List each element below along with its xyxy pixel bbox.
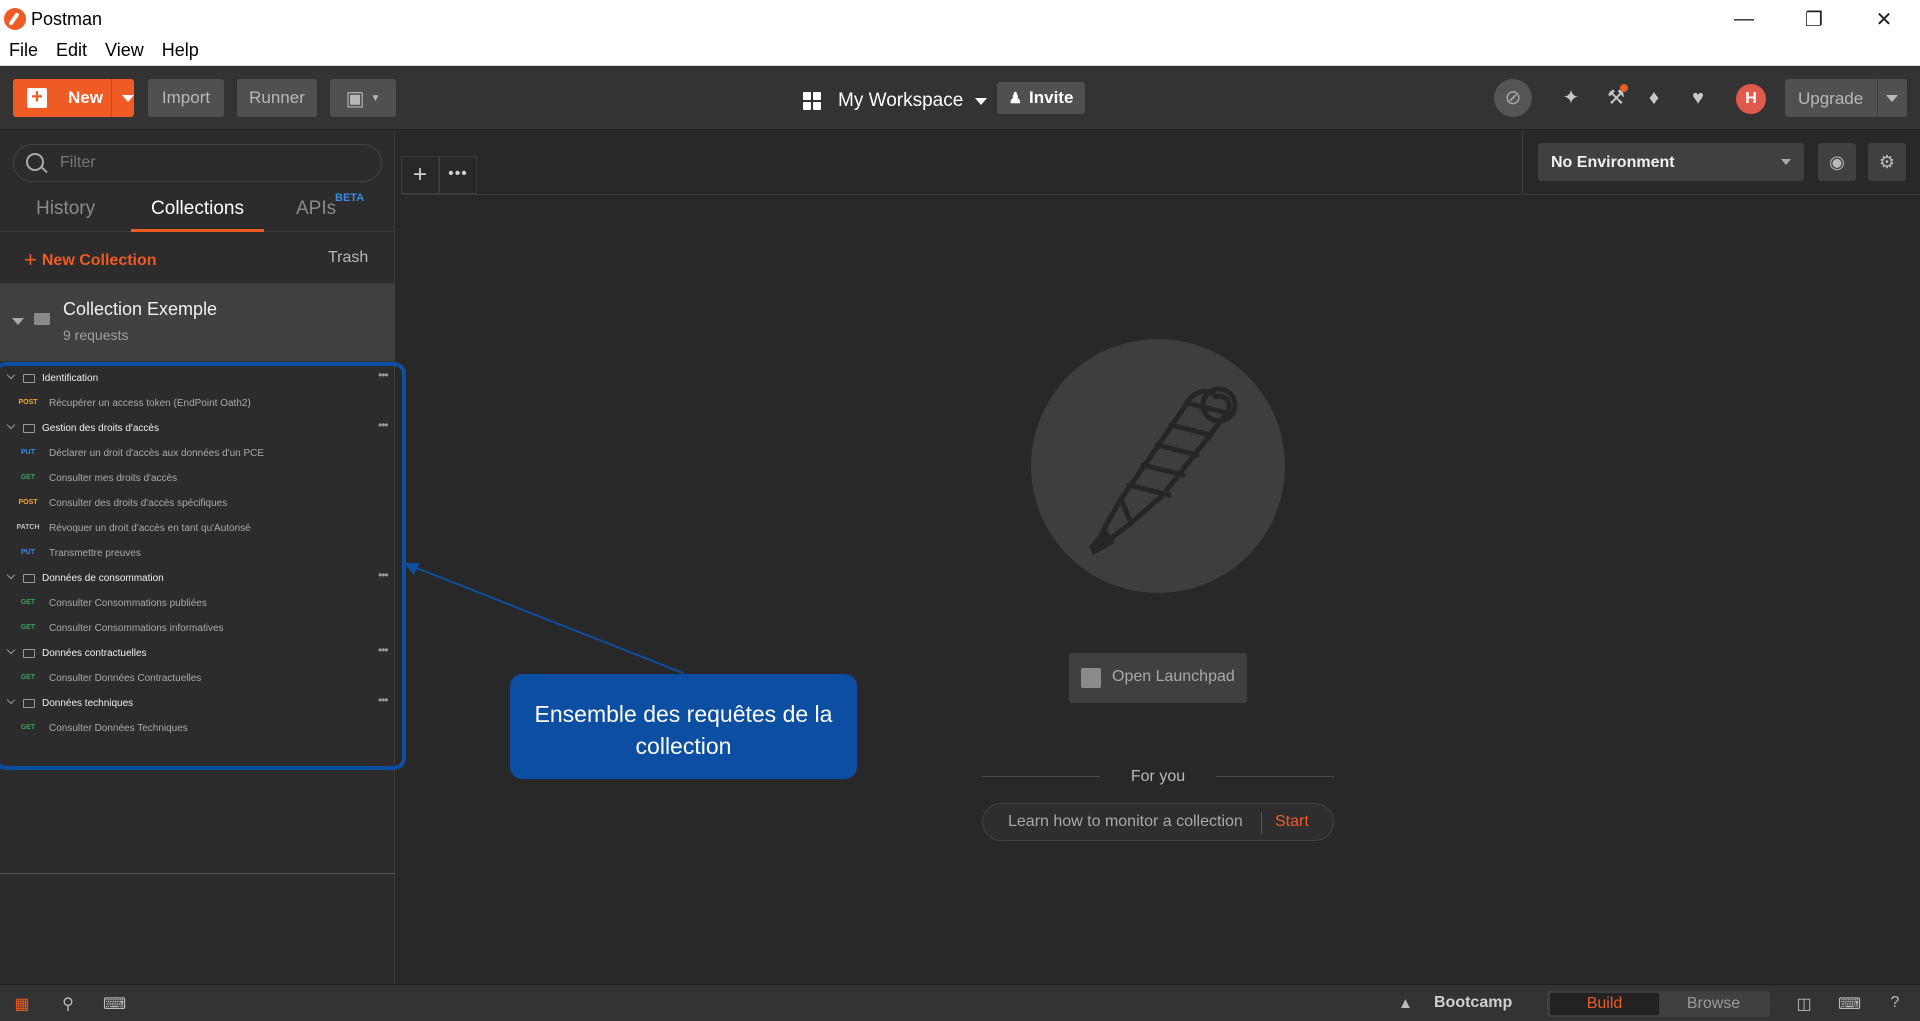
- two-pane-icon[interactable]: ◫: [1793, 994, 1815, 1014]
- find-icon[interactable]: ⚲: [57, 994, 79, 1014]
- for-you-heading: For you: [1130, 768, 1186, 785]
- sidebar-toggle-icon[interactable]: ▦: [11, 994, 33, 1014]
- bootcamp-link[interactable]: Bootcamp: [1434, 994, 1512, 1012]
- new-collection-label: New Collection: [41, 252, 157, 269]
- heart-icon[interactable]: ♥: [1684, 84, 1712, 112]
- plus-icon: +: [24, 247, 37, 272]
- tab-collections[interactable]: Collections: [131, 194, 264, 232]
- trash-link[interactable]: Trash: [328, 249, 368, 267]
- plus-icon: +: [27, 87, 47, 108]
- title-bar: Postman — ❐ ✕: [0, 0, 1920, 38]
- upgrade-button[interactable]: Upgrade: [1785, 79, 1907, 117]
- new-button-label: New: [68, 88, 103, 107]
- new-button[interactable]: + New: [13, 79, 134, 117]
- satellite-icon[interactable]: ✦: [1557, 84, 1585, 112]
- divider: [0, 873, 395, 874]
- new-window-icon: ▣: [345, 87, 365, 110]
- filter-input[interactable]: [60, 151, 360, 175]
- bell-icon[interactable]: ♦: [1640, 84, 1668, 112]
- graduation-cap-icon: ▲: [1398, 995, 1413, 1012]
- new-window-button[interactable]: ▣ ▼: [330, 79, 396, 117]
- menu-help[interactable]: Help: [153, 38, 208, 65]
- browse-mode-button[interactable]: Browse: [1658, 991, 1769, 1017]
- import-button[interactable]: Import: [148, 79, 224, 117]
- sync-off-icon[interactable]: ⊘: [1494, 79, 1532, 117]
- tab-apis[interactable]: APIs: [296, 194, 336, 232]
- collection-count: 9 requests: [63, 327, 129, 343]
- open-launchpad-button[interactable]: Open Launchpad: [1069, 653, 1247, 703]
- restore-icon[interactable]: ❐: [1779, 0, 1849, 38]
- annotation-arrow: [404, 563, 684, 674]
- search-icon: [26, 153, 44, 171]
- eye-icon[interactable]: ◉: [1818, 143, 1856, 181]
- start-link[interactable]: Start: [1275, 813, 1309, 831]
- chevron-down-icon[interactable]: [1886, 95, 1898, 102]
- divider: [982, 776, 1100, 777]
- gear-icon[interactable]: ⚙: [1868, 143, 1906, 181]
- menu-view[interactable]: View: [96, 38, 153, 65]
- menu-file[interactable]: File: [0, 38, 47, 65]
- minimize-icon[interactable]: —: [1709, 0, 1779, 38]
- postman-logo-icon: [4, 8, 26, 30]
- open-launchpad-label: Open Launchpad: [1112, 668, 1235, 685]
- header-toolbar: + New Import Runner ▣ ▼ My Workspace ♟ I…: [0, 66, 1920, 130]
- filter-box[interactable]: [13, 144, 382, 182]
- annotation-callout: Ensemble des requêtes de la collection: [510, 674, 857, 779]
- environment-label: No Environment: [1551, 154, 1675, 171]
- menu-edit[interactable]: Edit: [47, 38, 96, 65]
- upgrade-label: Upgrade: [1798, 89, 1864, 108]
- collection-item[interactable]: Collection Exemple 9 requests: [0, 283, 395, 361]
- environment-select[interactable]: No Environment: [1538, 143, 1804, 181]
- sidebar-tabs: History Collections APIs BETA: [0, 192, 395, 232]
- mode-toggle: Build Browse: [1547, 991, 1770, 1017]
- status-bar: ▦ ⚲ ⌨ ▲ Bootcamp Build Browse ◫ ⌨ ?: [0, 984, 1920, 1021]
- chevron-down-icon: [975, 97, 988, 105]
- help-icon[interactable]: ?: [1884, 994, 1906, 1014]
- workspace-label: My Workspace: [838, 90, 964, 111]
- new-tab-button[interactable]: +: [401, 156, 439, 194]
- chevron-down-icon: [1781, 159, 1791, 165]
- collection-name: Collection Exemple: [63, 299, 218, 319]
- tab-options-button[interactable]: •••: [439, 156, 477, 194]
- rocket-illustration-icon: [1089, 386, 1238, 555]
- tab-history[interactable]: History: [36, 194, 95, 232]
- keyboard-icon[interactable]: ⌨: [1838, 994, 1861, 1014]
- window-title: Postman: [31, 9, 103, 29]
- collapse-icon[interactable]: [12, 318, 24, 325]
- workspace-grid-icon: [803, 92, 821, 110]
- folder-icon: [34, 313, 50, 325]
- request-tab-bar: [401, 131, 1521, 195]
- new-dropdown-icon[interactable]: [122, 95, 134, 102]
- divider: [1216, 776, 1334, 777]
- open-external-icon: [1081, 668, 1101, 688]
- notification-dot: [1620, 84, 1628, 92]
- invite-button[interactable]: ♟ Invite: [997, 82, 1085, 114]
- close-icon[interactable]: ✕: [1849, 0, 1919, 38]
- invite-label: Invite: [1029, 88, 1074, 107]
- add-user-icon: ♟: [1008, 90, 1023, 107]
- annotation-highlight: [0, 362, 406, 770]
- tip-card: Learn how to monitor a collection Start: [982, 803, 1334, 841]
- runner-button[interactable]: Runner: [237, 79, 317, 117]
- console-icon[interactable]: ⌨: [103, 994, 126, 1014]
- menu-bar: File Edit View Help: [0, 38, 1920, 66]
- annotation-arrow-line: [413, 566, 684, 674]
- tip-text: Learn how to monitor a collection: [1008, 813, 1243, 830]
- chevron-down-icon: ▼: [370, 92, 381, 104]
- avatar[interactable]: H: [1736, 84, 1766, 114]
- workspace-switcher[interactable]: My Workspace: [803, 86, 988, 116]
- build-mode-button[interactable]: Build: [1549, 992, 1660, 1016]
- new-collection-button[interactable]: + New Collection: [24, 247, 157, 273]
- beta-badge: BETA: [335, 192, 365, 204]
- postman-astronaut-logo: [1031, 339, 1285, 593]
